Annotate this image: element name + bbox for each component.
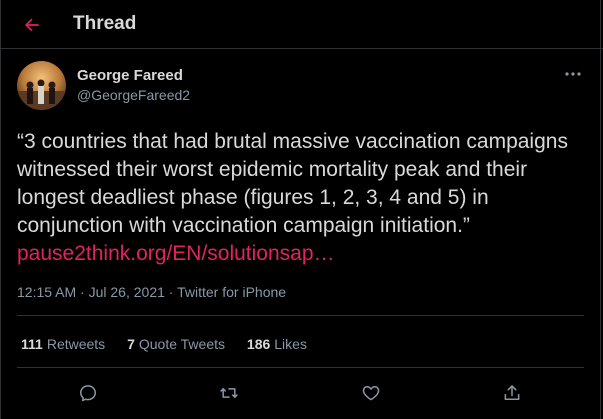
heart-icon (362, 386, 380, 401)
back-button[interactable] (18, 11, 46, 39)
more-button[interactable] (560, 66, 586, 82)
quote-tweets-count: 7 (127, 336, 135, 352)
tweet-stats: 111 Retweets 7 Quote Tweets 186 Likes (21, 336, 325, 352)
page-title: Thread (73, 13, 137, 34)
divider (17, 367, 584, 368)
avatar[interactable] (17, 61, 66, 110)
thread-header: Thread (0, 0, 603, 49)
divider (17, 315, 584, 316)
meta-separator: · (80, 284, 85, 300)
reply-icon (80, 385, 96, 402)
author-name[interactable]: George Fareed (77, 67, 183, 84)
avatar-image (17, 61, 66, 110)
arrow-left-icon (25, 18, 39, 32)
tweet-actions (0, 378, 603, 408)
share-button[interactable] (497, 378, 527, 408)
meta-separator: · (168, 284, 174, 300)
share-icon (504, 385, 520, 400)
like-button[interactable] (356, 378, 386, 408)
tweet-meta: 12:15 AM · Jul 26, 2021 · Twitter for iP… (17, 284, 286, 300)
retweets-stat[interactable]: 111 Retweets (21, 336, 105, 352)
tweet-link[interactable]: pause2think.org/EN/solutionsap… (17, 242, 335, 265)
more-horizontal-icon (565, 72, 581, 76)
quote-tweets-stat[interactable]: 7 Quote Tweets (127, 336, 225, 352)
retweet-icon (220, 388, 238, 398)
tweet-date[interactable]: Jul 26, 2021 (89, 284, 165, 300)
likes-stat[interactable]: 186 Likes (247, 336, 307, 352)
likes-count: 186 (246, 336, 271, 352)
reply-button[interactable] (73, 378, 103, 408)
likes-label: Likes (274, 336, 307, 352)
tweet-body: “3 countries that had brutal massive vac… (17, 128, 587, 268)
tweet-source[interactable]: Twitter for iPhone (177, 284, 286, 300)
retweets-count: 111 (21, 336, 43, 352)
author-handle[interactable]: @GeorgeFareed2 (77, 87, 190, 103)
quote-tweets-label: Quote Tweets (138, 336, 226, 352)
retweets-label: Retweets (46, 336, 106, 352)
tweet-time[interactable]: 12:15 AM (17, 284, 76, 300)
tweet-text: “3 countries that had brutal massive vac… (17, 130, 568, 237)
retweet-button[interactable] (214, 378, 244, 408)
